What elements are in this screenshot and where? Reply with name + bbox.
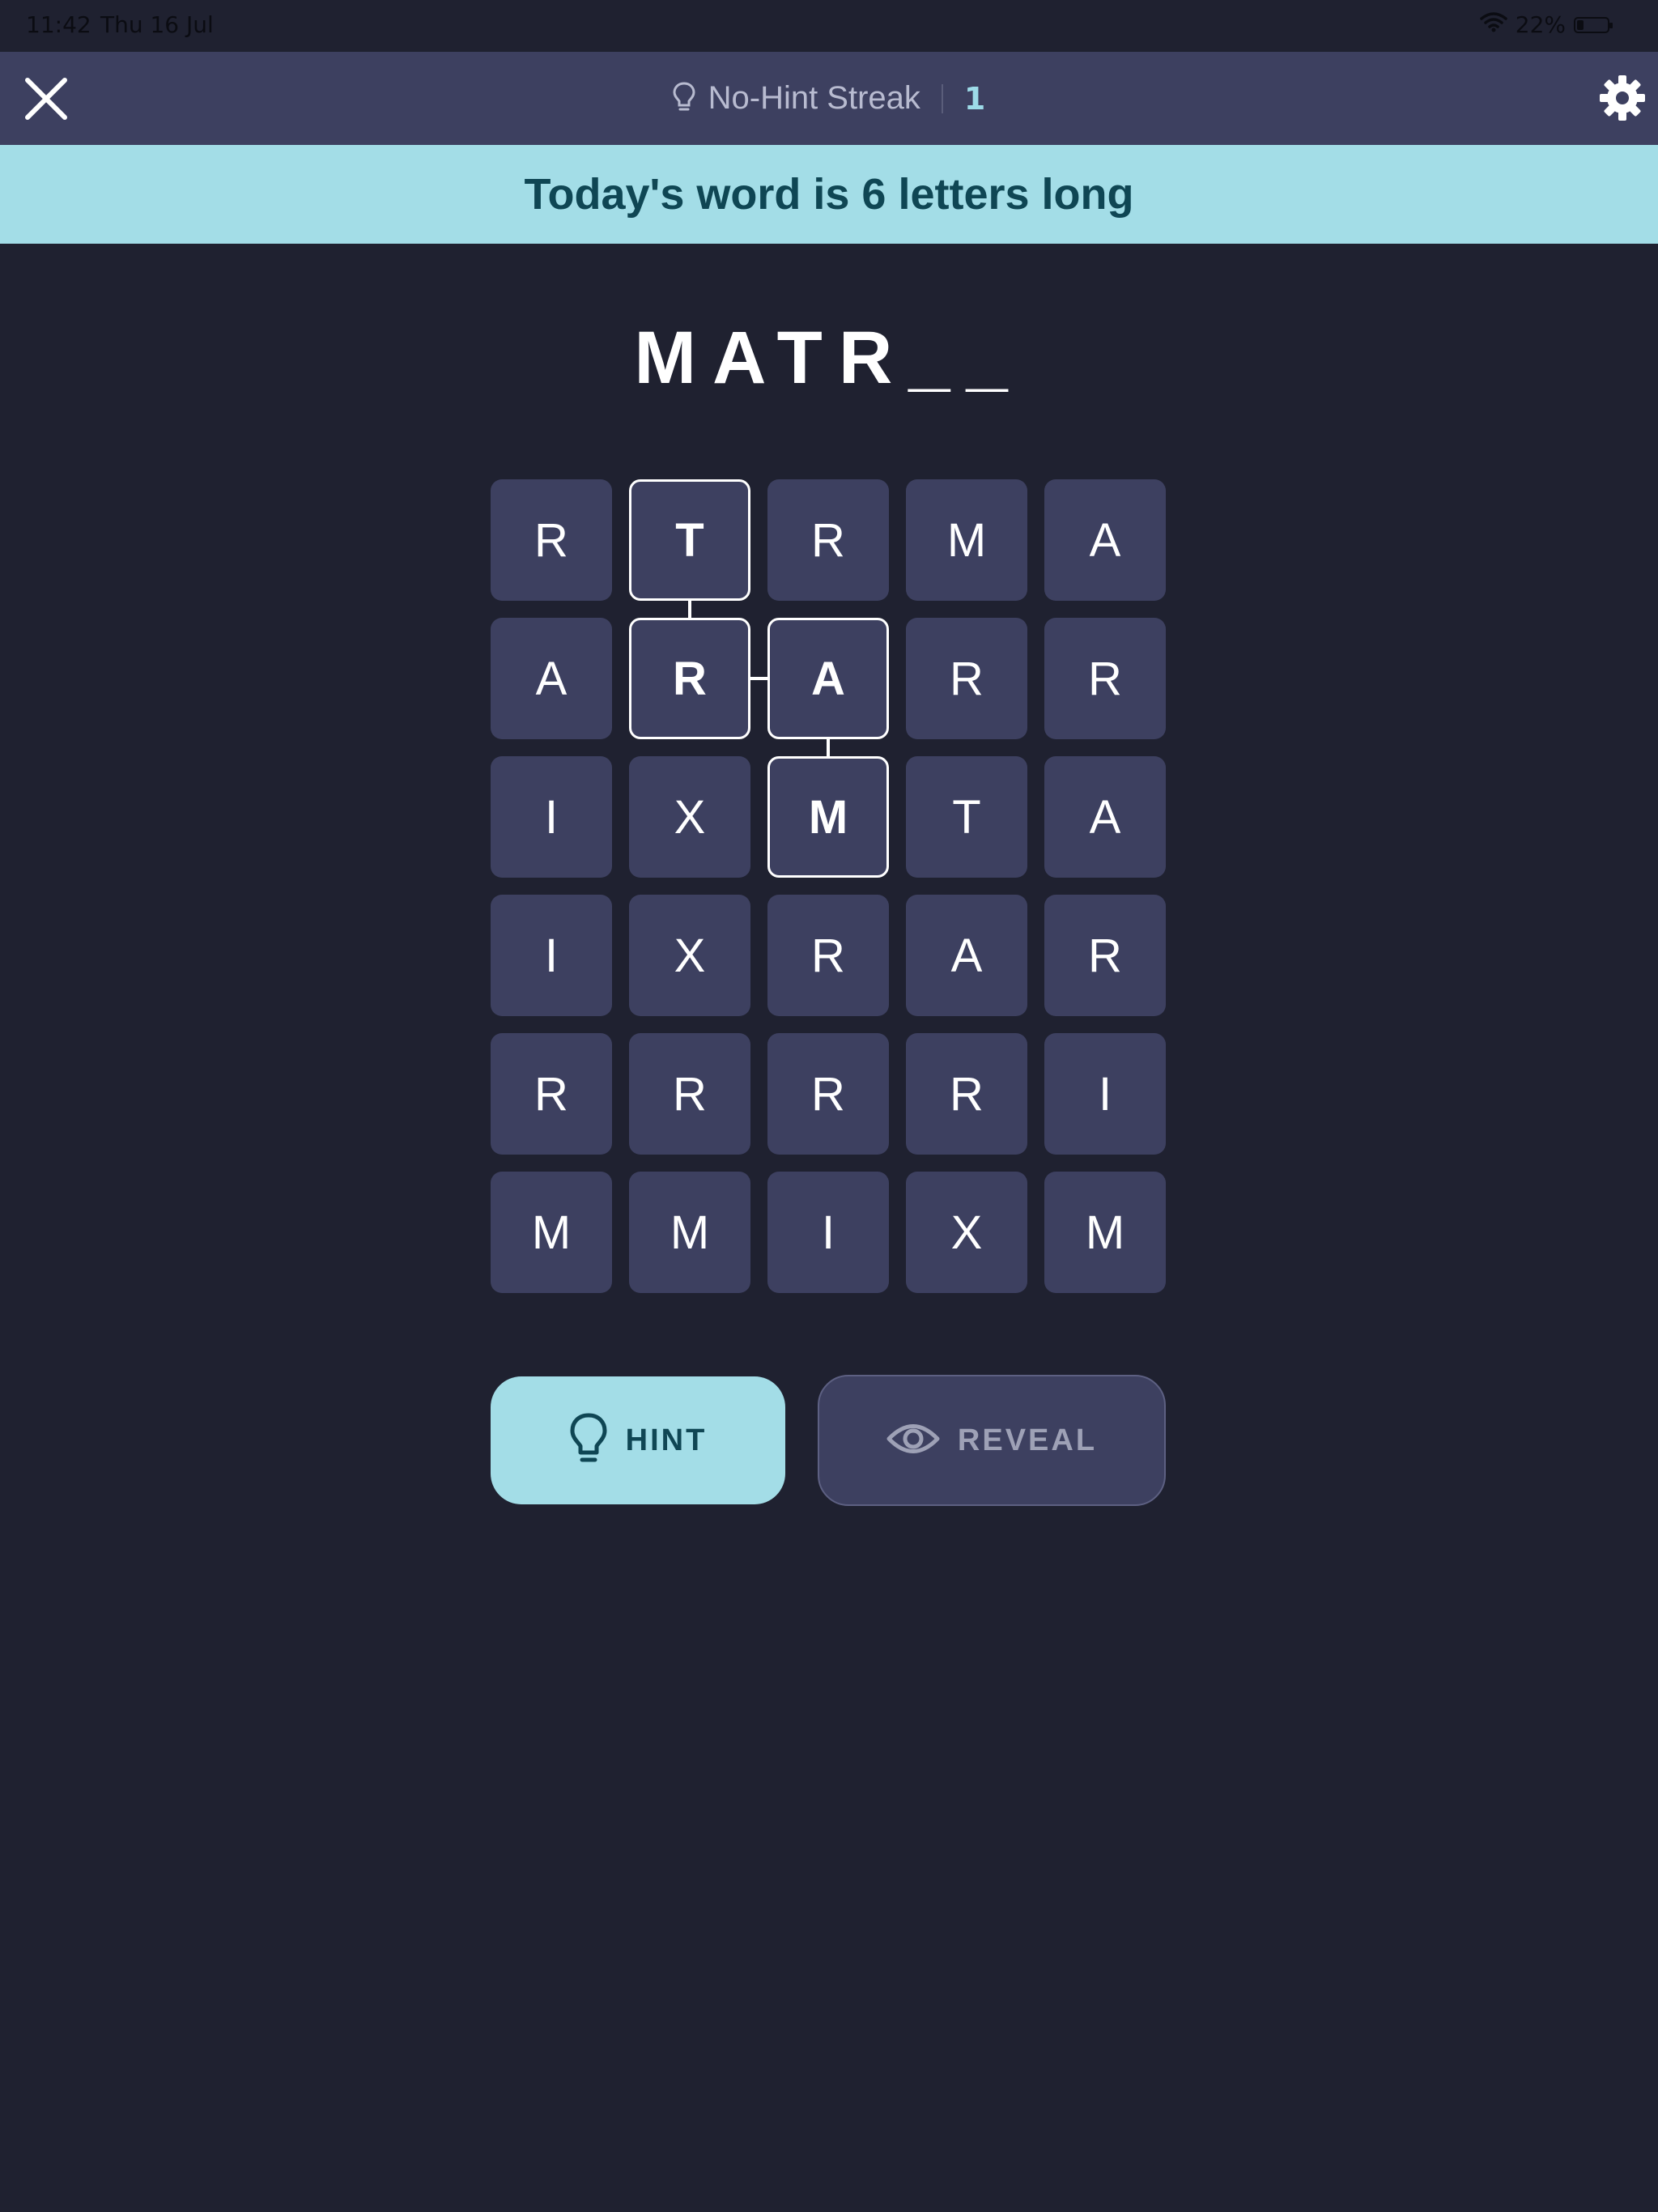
status-indicators: 22% (1480, 11, 1613, 38)
lightbulb-icon (569, 1412, 608, 1469)
letter-tile[interactable]: M (491, 1172, 612, 1293)
letter-tile[interactable]: R (767, 895, 889, 1016)
status-date: Thu 16 Jul (100, 11, 214, 38)
letter-tile[interactable]: X (629, 756, 750, 878)
wifi-icon (1480, 11, 1507, 38)
status-bar: 11:42 Thu 16 Jul 22% (0, 0, 1658, 52)
top-bar: No-Hint Streak 1 (0, 52, 1658, 145)
letter-tile[interactable]: I (1044, 1033, 1166, 1155)
letter-tile[interactable]: A (767, 618, 889, 739)
letter-tile[interactable]: M (767, 756, 889, 878)
letter-tile[interactable]: R (629, 618, 750, 739)
hint-button[interactable]: HINT (491, 1376, 785, 1504)
letter-tile[interactable]: A (1044, 756, 1166, 878)
letter-tile[interactable]: R (767, 479, 889, 601)
letter-tile[interactable]: X (629, 895, 750, 1016)
battery-level (1577, 19, 1584, 30)
battery-percent: 22% (1515, 11, 1566, 38)
word-length-banner: Today's word is 6 letters long (0, 145, 1658, 244)
gear-icon (1600, 75, 1645, 121)
banner-text: Today's word is 6 letters long (524, 170, 1134, 219)
letter-tile[interactable]: T (906, 756, 1027, 878)
word-progress: MATR__ (634, 317, 1024, 399)
letter-tile[interactable]: R (906, 1033, 1027, 1155)
letter-tile[interactable]: T (629, 479, 750, 601)
letter-tile[interactable]: I (491, 756, 612, 878)
letter-tile[interactable]: A (906, 895, 1027, 1016)
lightbulb-icon (673, 81, 695, 117)
letter-tile[interactable]: I (767, 1172, 889, 1293)
letter-tile[interactable]: I (491, 895, 612, 1016)
no-hint-streak: No-Hint Streak 1 (0, 52, 1658, 145)
status-time: 11:42 (26, 11, 91, 38)
letter-tile[interactable]: R (491, 1033, 612, 1155)
streak-label: No-Hint Streak (708, 80, 920, 116)
letter-tile[interactable]: R (1044, 895, 1166, 1016)
letter-tile[interactable]: M (629, 1172, 750, 1293)
letter-tile[interactable]: M (906, 479, 1027, 601)
eye-icon (886, 1420, 940, 1461)
letter-tile[interactable]: R (629, 1033, 750, 1155)
letter-tile[interactable]: A (491, 618, 612, 739)
reveal-label: REVEAL (957, 1423, 1098, 1457)
letter-grid: RTRMAARARRIXMTAIXRARRRRRIMMIXM (491, 479, 1167, 1294)
letter-tile[interactable]: R (1044, 618, 1166, 739)
letter-tile[interactable]: X (906, 1172, 1027, 1293)
reveal-button[interactable]: REVEAL (818, 1375, 1166, 1506)
streak-count: 1 (963, 80, 986, 117)
letter-tile[interactable]: M (1044, 1172, 1166, 1293)
letter-tile[interactable]: R (767, 1033, 889, 1155)
letter-tile[interactable]: R (906, 618, 1027, 739)
settings-button[interactable] (1596, 72, 1648, 124)
letter-tile[interactable]: A (1044, 479, 1166, 601)
streak-divider (941, 83, 943, 113)
hint-label: HINT (625, 1423, 708, 1457)
battery-icon (1574, 16, 1613, 33)
letter-tile[interactable]: R (491, 479, 612, 601)
